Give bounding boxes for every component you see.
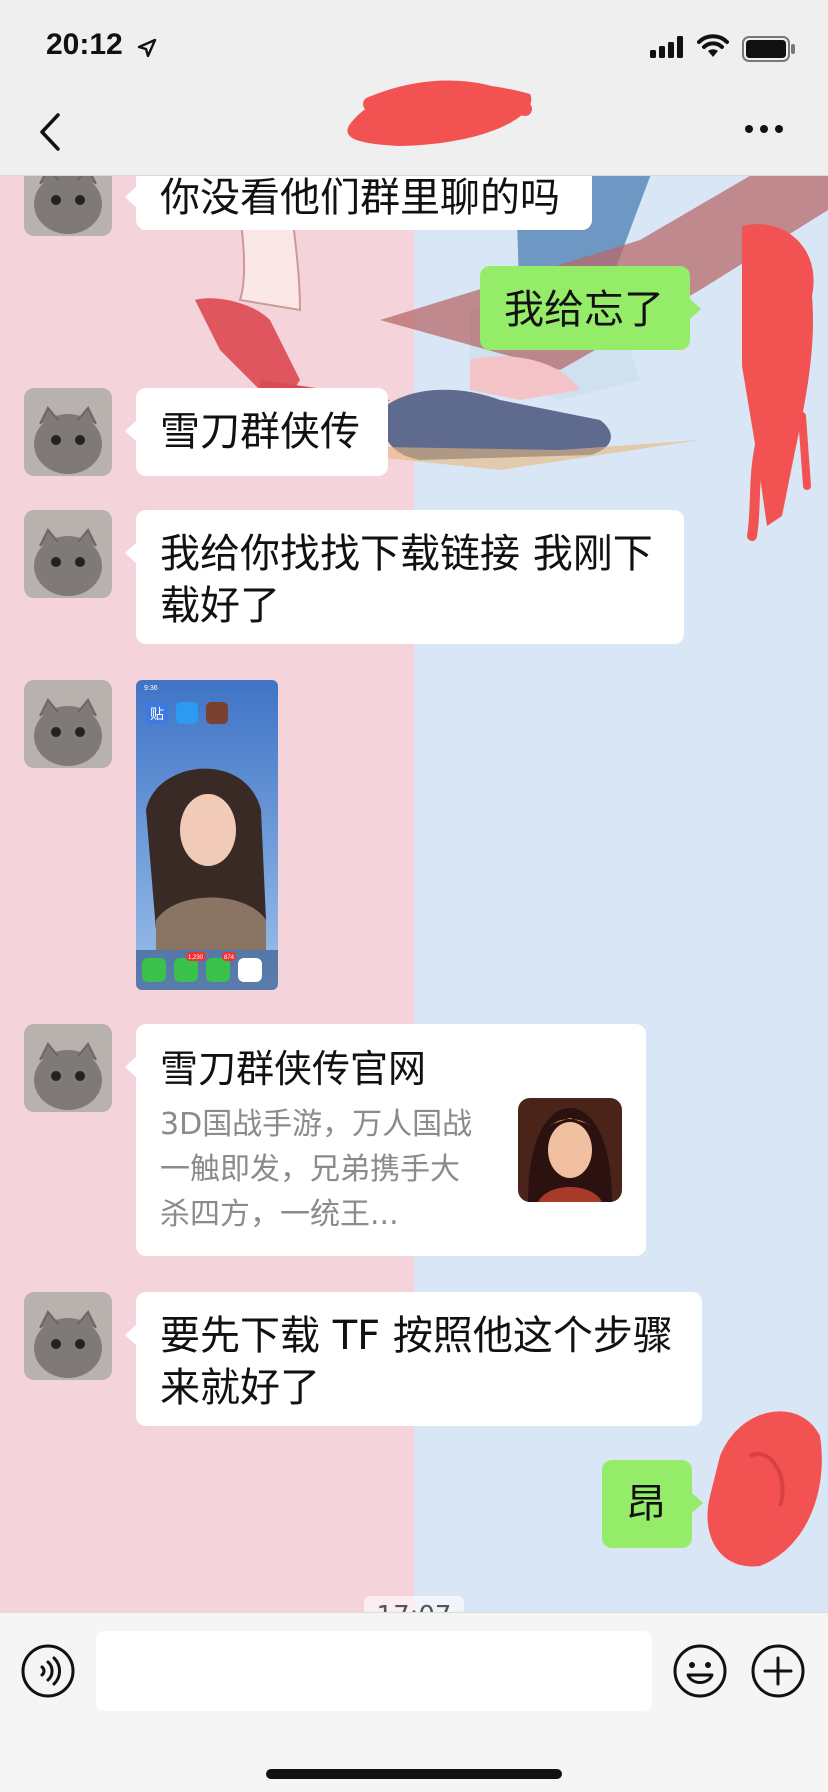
more-dots-icon[interactable]: [744, 124, 784, 134]
photo-badge-wechat: 874: [224, 955, 235, 961]
avatar[interactable]: [24, 176, 112, 236]
message-text: 你没看他们群里聊的吗: [160, 176, 560, 221]
wifi-icon: [697, 34, 729, 57]
link-card[interactable]: 雪刀群侠传官网 3D国战手游，万人国战一触即发，兄弟携手大杀四方，一统王...: [125, 1024, 646, 1256]
link-description: 3D国战手游，万人国战一触即发，兄弟携手大杀四方，一统王...: [160, 1107, 473, 1232]
navigation-bar: 20:12: [0, 0, 828, 176]
avatar[interactable]: [24, 510, 112, 598]
message-text: 我给你找找下载链接 我刚下载好了: [160, 531, 653, 629]
message-text: 昂: [626, 1481, 666, 1527]
message-bubble[interactable]: 雪刀群侠传: [125, 388, 388, 476]
avatar[interactable]: [24, 680, 112, 768]
plus-icon[interactable]: [750, 1643, 806, 1699]
link-title: 雪刀群侠传官网: [160, 1047, 427, 1091]
message-bubble[interactable]: 我给忘了: [480, 266, 701, 350]
home-indicator[interactable]: [266, 1769, 562, 1779]
avatar[interactable]: [24, 1024, 112, 1112]
image-message[interactable]: 9:36 贴 1,230 874: [136, 680, 278, 990]
message-list[interactable]: 你没看他们群里聊的吗 我给忘了 雪刀群侠传 我给你找找下载链接 我刚下载好了 9…: [0, 176, 828, 1612]
redaction-scribble: [707, 1411, 822, 1567]
message-text: 雪刀群侠传: [160, 409, 360, 455]
link-thumbnail: [518, 1098, 622, 1202]
avatar[interactable]: [24, 1292, 112, 1380]
message-bubble[interactable]: 你没看他们群里聊的吗: [125, 176, 592, 230]
photo-badge-messages: 1,230: [188, 955, 204, 961]
emoji-icon[interactable]: [672, 1643, 728, 1699]
message-bubble[interactable]: 我给你找找下载链接 我刚下载好了: [125, 510, 684, 644]
battery-icon: [742, 36, 795, 62]
input-bar: [0, 1612, 828, 1792]
avatar[interactable]: [24, 388, 112, 476]
redaction-scribble: [742, 224, 814, 541]
redaction-scribble: [347, 80, 532, 146]
status-time: 20:12: [46, 28, 123, 61]
photo-app-label: 贴: [150, 707, 164, 723]
message-input[interactable]: [96, 1631, 652, 1711]
message-text: 要先下载 TF 按照他这个步骤来就好了: [160, 1313, 673, 1411]
photo-status-time: 9:36: [144, 685, 158, 692]
message-text: 我给忘了: [504, 287, 664, 333]
location-arrow-icon: [137, 38, 157, 58]
timestamp: 17:07: [364, 1596, 464, 1612]
voice-icon[interactable]: [20, 1643, 76, 1699]
message-bubble[interactable]: 昂: [602, 1460, 703, 1548]
message-bubble[interactable]: 要先下载 TF 按照他这个步骤来就好了: [125, 1292, 702, 1426]
cellular-signal-icon: [650, 36, 683, 58]
chevron-left-icon[interactable]: [38, 112, 62, 152]
